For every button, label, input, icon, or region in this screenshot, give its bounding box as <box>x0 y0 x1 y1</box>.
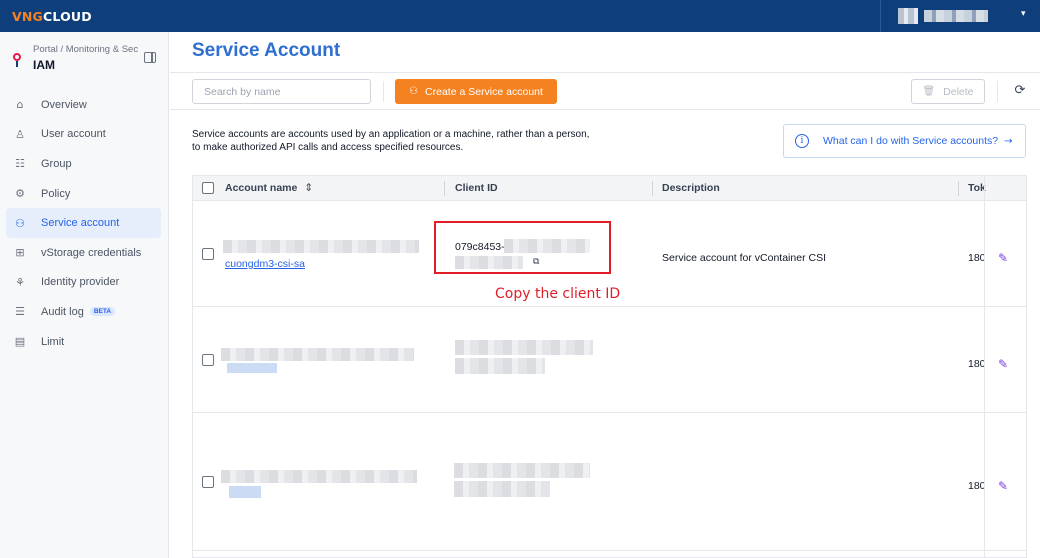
redacted-link[interactable] <box>229 486 261 498</box>
sidebar-item-vstorage-credentials[interactable]: ⊞ vStorage credentials <box>6 238 161 268</box>
sidebar: Portal / Monitoring & Sec IAM ⌂ Overview … <box>0 32 169 558</box>
sidebar-item-identity-provider[interactable]: ⚘ Identity provider <box>6 268 161 298</box>
row-checkbox[interactable] <box>202 248 214 260</box>
column-header-client-id: Client ID <box>455 182 498 194</box>
table-row[interactable]: 180 ✎ <box>193 413 1026 551</box>
row-token: 180 <box>968 252 986 264</box>
redacted-text <box>454 481 550 497</box>
row-checkbox[interactable] <box>202 476 214 488</box>
row-token: 180 <box>968 358 986 370</box>
client-id-highlight-box <box>434 221 611 274</box>
edit-icon[interactable]: ✎ <box>998 479 1008 493</box>
row-token: 180 <box>968 480 986 492</box>
row-checkbox[interactable] <box>202 354 214 366</box>
refresh-icon[interactable]: ⟳ <box>1012 83 1028 99</box>
redacted-text <box>455 340 593 355</box>
toolbar-divider <box>383 81 384 102</box>
sidebar-item-limit[interactable]: ▤ Limit <box>6 327 161 357</box>
home-icon: ⌂ <box>16 98 24 112</box>
redacted-text <box>223 240 419 253</box>
column-divider <box>652 181 653 196</box>
column-divider <box>958 181 959 196</box>
select-all-checkbox[interactable] <box>202 182 214 194</box>
beta-badge: BETA <box>89 307 116 317</box>
redacted-link[interactable] <box>227 363 277 373</box>
toolbar-divider <box>997 81 998 102</box>
table-header: Account name ⇕ Client ID Description Tok <box>193 176 1026 201</box>
page-title: Service Account <box>192 40 341 61</box>
sidebar-item-group[interactable]: ☷ Group <box>6 149 161 179</box>
sidebar-nav: ⌂ Overview ♙ User account ☷ Group ⚙ Policy ⚇… <box>6 90 161 356</box>
arrow-right-icon: → <box>1004 135 1013 147</box>
trash-icon: 🗑 <box>922 86 936 97</box>
sidebar-item-overview[interactable]: ⌂ Overview <box>6 90 161 120</box>
limit-icon: ▤ <box>14 335 26 349</box>
avatar <box>898 8 918 24</box>
annotation-text: Copy the client ID <box>495 286 621 302</box>
breadcrumb[interactable]: Portal / Monitoring & Sec <box>33 44 145 55</box>
account-name-link[interactable]: cuongdm3-csi-sa <box>225 258 305 270</box>
sidebar-header: Portal / Monitoring & Sec IAM <box>0 32 169 84</box>
service-accounts-help-link[interactable]: i What can I do with Service accounts? → <box>783 124 1026 158</box>
page-description: Service accounts are accounts used by an… <box>192 129 590 153</box>
row-description: Service account for vContainer CSI <box>662 252 826 264</box>
search-input[interactable] <box>192 79 371 104</box>
sidebar-item-service-account[interactable]: ⚇ Service account <box>6 208 161 238</box>
policy-icon: ⚙ <box>15 187 25 201</box>
sidebar-item-policy[interactable]: ⚙ Policy <box>6 179 161 209</box>
service-account-icon: ⚇ <box>15 216 25 230</box>
redacted-text <box>455 358 545 374</box>
redacted-text <box>221 470 417 483</box>
column-divider <box>444 181 445 196</box>
iam-logo-icon <box>9 50 25 72</box>
column-header-description: Description <box>662 182 720 194</box>
sidebar-item-user-account[interactable]: ♙ User account <box>6 120 161 150</box>
sidebar-title: IAM <box>33 58 55 72</box>
add-service-account-icon: ⚇ <box>409 86 419 97</box>
edit-icon[interactable]: ✎ <box>998 251 1008 265</box>
edit-icon[interactable]: ✎ <box>998 357 1008 371</box>
redacted-text <box>221 348 414 361</box>
sticky-column-divider <box>984 176 985 557</box>
storage-icon: ⊞ <box>15 246 25 260</box>
top-bar: VNGCLOUD ▾ <box>0 0 1040 32</box>
redacted-text <box>454 463 590 478</box>
account-menu[interactable]: ▾ <box>880 0 1040 32</box>
audit-log-icon: ☰ <box>15 305 25 319</box>
table-row[interactable]: 180 ✎ <box>193 307 1026 413</box>
info-icon: i <box>795 134 809 148</box>
toolbar: ⚇Create a Service account 🗑Delete ⟳ <box>170 72 1040 110</box>
chevron-down-icon: ▾ <box>1021 9 1026 19</box>
sort-icon[interactable]: ⇕ <box>304 182 313 194</box>
account-name-redacted <box>924 10 988 22</box>
delete-button[interactable]: 🗑 Delete <box>911 79 985 104</box>
collapse-sidebar-icon[interactable] <box>144 52 156 63</box>
column-header-account-name[interactable]: Account name ⇕ <box>225 182 313 194</box>
sidebar-item-audit-log[interactable]: ☰ Audit log BETA <box>6 297 161 327</box>
create-service-account-button[interactable]: ⚇ Create a Service account <box>395 79 557 104</box>
group-icon: ☷ <box>15 157 25 171</box>
identity-provider-icon: ⚘ <box>15 275 25 289</box>
user-icon: ♙ <box>15 127 25 141</box>
vng-cloud-logo[interactable]: VNGCLOUD <box>12 9 92 24</box>
